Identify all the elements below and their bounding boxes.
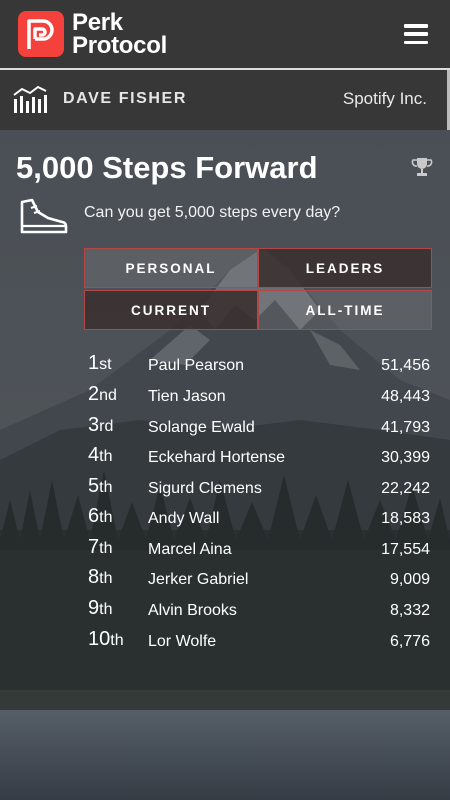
user-bar: DAVE FISHER Spotify Inc. [0,70,450,130]
step-count: 17,554 [381,541,430,558]
logo-line1: Perk [72,9,123,36]
leaderboard-row: 2nd Tien Jason 48,443 [0,383,450,413]
participant-name: Lor Wolfe [148,633,217,650]
app-header: Perk Protocol [0,0,450,68]
step-count: 48,443 [381,388,430,405]
sneaker-icon [18,198,68,245]
leaderboard-row: 1st Paul Pearson 51,456 [0,352,450,382]
logo-line2: Protocol [72,32,167,59]
logo-icon [18,11,64,57]
leaderboard-row: 3rd Solange Ewald 41,793 [0,414,450,444]
bar-chart-icon [12,85,48,120]
hamburger-icon[interactable] [404,24,428,44]
step-count: 41,793 [381,419,430,436]
rank: 9th [88,597,113,619]
rank: 8th [88,566,113,588]
leaders-toggle[interactable]: LEADERS [258,248,432,288]
leaderboard-row: 8th Jerker Gabriel 9,009 [0,566,450,596]
rank: 4th [88,444,113,466]
rank: 3rd [88,414,114,436]
participant-name: Tien Jason [148,388,226,405]
participant-name: Andy Wall [148,510,220,527]
step-count: 9,009 [389,571,430,588]
step-count: 18,583 [381,510,430,527]
participant-name: Jerker Gabriel [148,571,249,588]
participant-name: Alvin Brooks [148,602,237,619]
participant-name: Eckehard Hortense [148,449,285,466]
rank: 2nd [88,383,117,405]
participant-name: Sigurd Clemens [148,480,262,497]
logo-text: Perk Protocol [72,9,167,59]
participant-name: Marcel Aina [148,541,232,558]
rank: 5th [88,475,113,497]
rank: 6th [88,505,113,527]
challenge-description: Can you get 5,000 steps every day? [84,204,341,221]
challenge-title: 5,000 Steps Forward [16,150,318,185]
user-name: DAVE FISHER [63,90,187,107]
trophy-icon[interactable] [411,156,433,183]
step-count: 22,242 [381,480,430,497]
company-name: Spotify Inc. [342,89,427,108]
leaderboard-row: 7th Marcel Aina 17,554 [0,536,450,566]
leaderboard-row: 10th Lor Wolfe 6,776 [0,628,450,658]
rank: 10th [88,628,124,650]
step-count: 8,332 [389,602,430,619]
all-time-toggle[interactable]: ALL-TIME [258,290,432,330]
participant-name: Solange Ewald [148,419,255,436]
step-count: 6,776 [389,633,430,650]
personal-toggle[interactable]: PERSONAL [84,248,258,288]
leaderboard-row: 6th Andy Wall 18,583 [0,505,450,535]
leaderboard-row: 5th Sigurd Clemens 22,242 [0,475,450,505]
current-toggle[interactable]: CURRENT [84,290,258,330]
step-count: 51,456 [381,357,430,374]
leaderboard-row: 4th Eckehard Hortense 30,399 [0,444,450,474]
rank: 7th [88,536,113,558]
step-count: 30,399 [381,449,430,466]
leaderboard-row: 9th Alvin Brooks 8,332 [0,597,450,627]
participant-name: Paul Pearson [148,357,245,374]
rank: 1st [88,352,112,374]
